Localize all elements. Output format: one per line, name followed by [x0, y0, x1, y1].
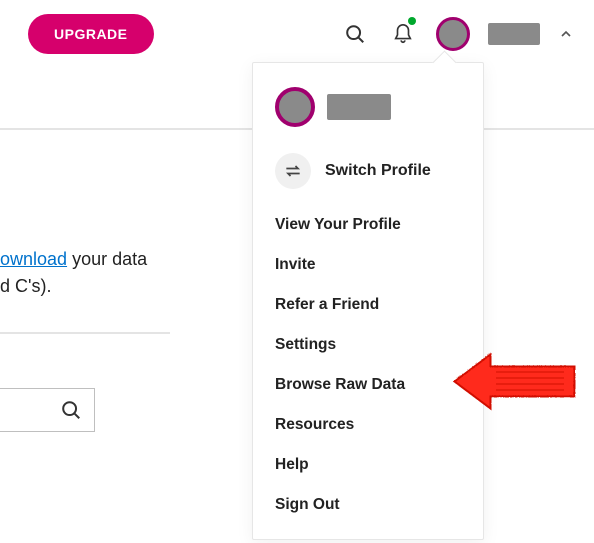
dropdown-profile-header[interactable] [253, 81, 483, 145]
menu-sign-out[interactable]: Sign Out [253, 485, 483, 525]
menu-resources[interactable]: Resources [253, 405, 483, 445]
avatar[interactable] [436, 17, 470, 51]
username-redacted [327, 94, 391, 120]
divider [0, 332, 170, 334]
menu-help[interactable]: Help [253, 445, 483, 485]
notifications-icon[interactable] [388, 19, 418, 49]
search-input-fragment[interactable] [0, 388, 95, 432]
profile-dropdown: Switch Profile View Your Profile Invite … [252, 62, 484, 540]
username-redacted [488, 23, 540, 45]
notification-dot [408, 17, 416, 25]
search-icon[interactable] [340, 19, 370, 49]
switch-profile-item[interactable]: Switch Profile [253, 145, 483, 205]
menu-browse-raw-data[interactable]: Browse Raw Data [253, 365, 483, 405]
top-bar: UPGRADE [0, 0, 594, 68]
menu-view-profile[interactable]: View Your Profile [253, 205, 483, 245]
upgrade-button[interactable]: UPGRADE [28, 14, 154, 54]
menu-settings[interactable]: Settings [253, 325, 483, 365]
avatar [275, 87, 315, 127]
menu-invite[interactable]: Invite [253, 245, 483, 285]
chevron-up-icon[interactable] [558, 26, 574, 42]
partial-text: ownload your data d C's). [0, 246, 170, 300]
switch-profile-label: Switch Profile [325, 162, 431, 180]
search-icon [60, 399, 82, 421]
swap-icon [275, 153, 311, 189]
menu-refer-friend[interactable]: Refer a Friend [253, 285, 483, 325]
download-link[interactable]: ownload [0, 249, 67, 269]
